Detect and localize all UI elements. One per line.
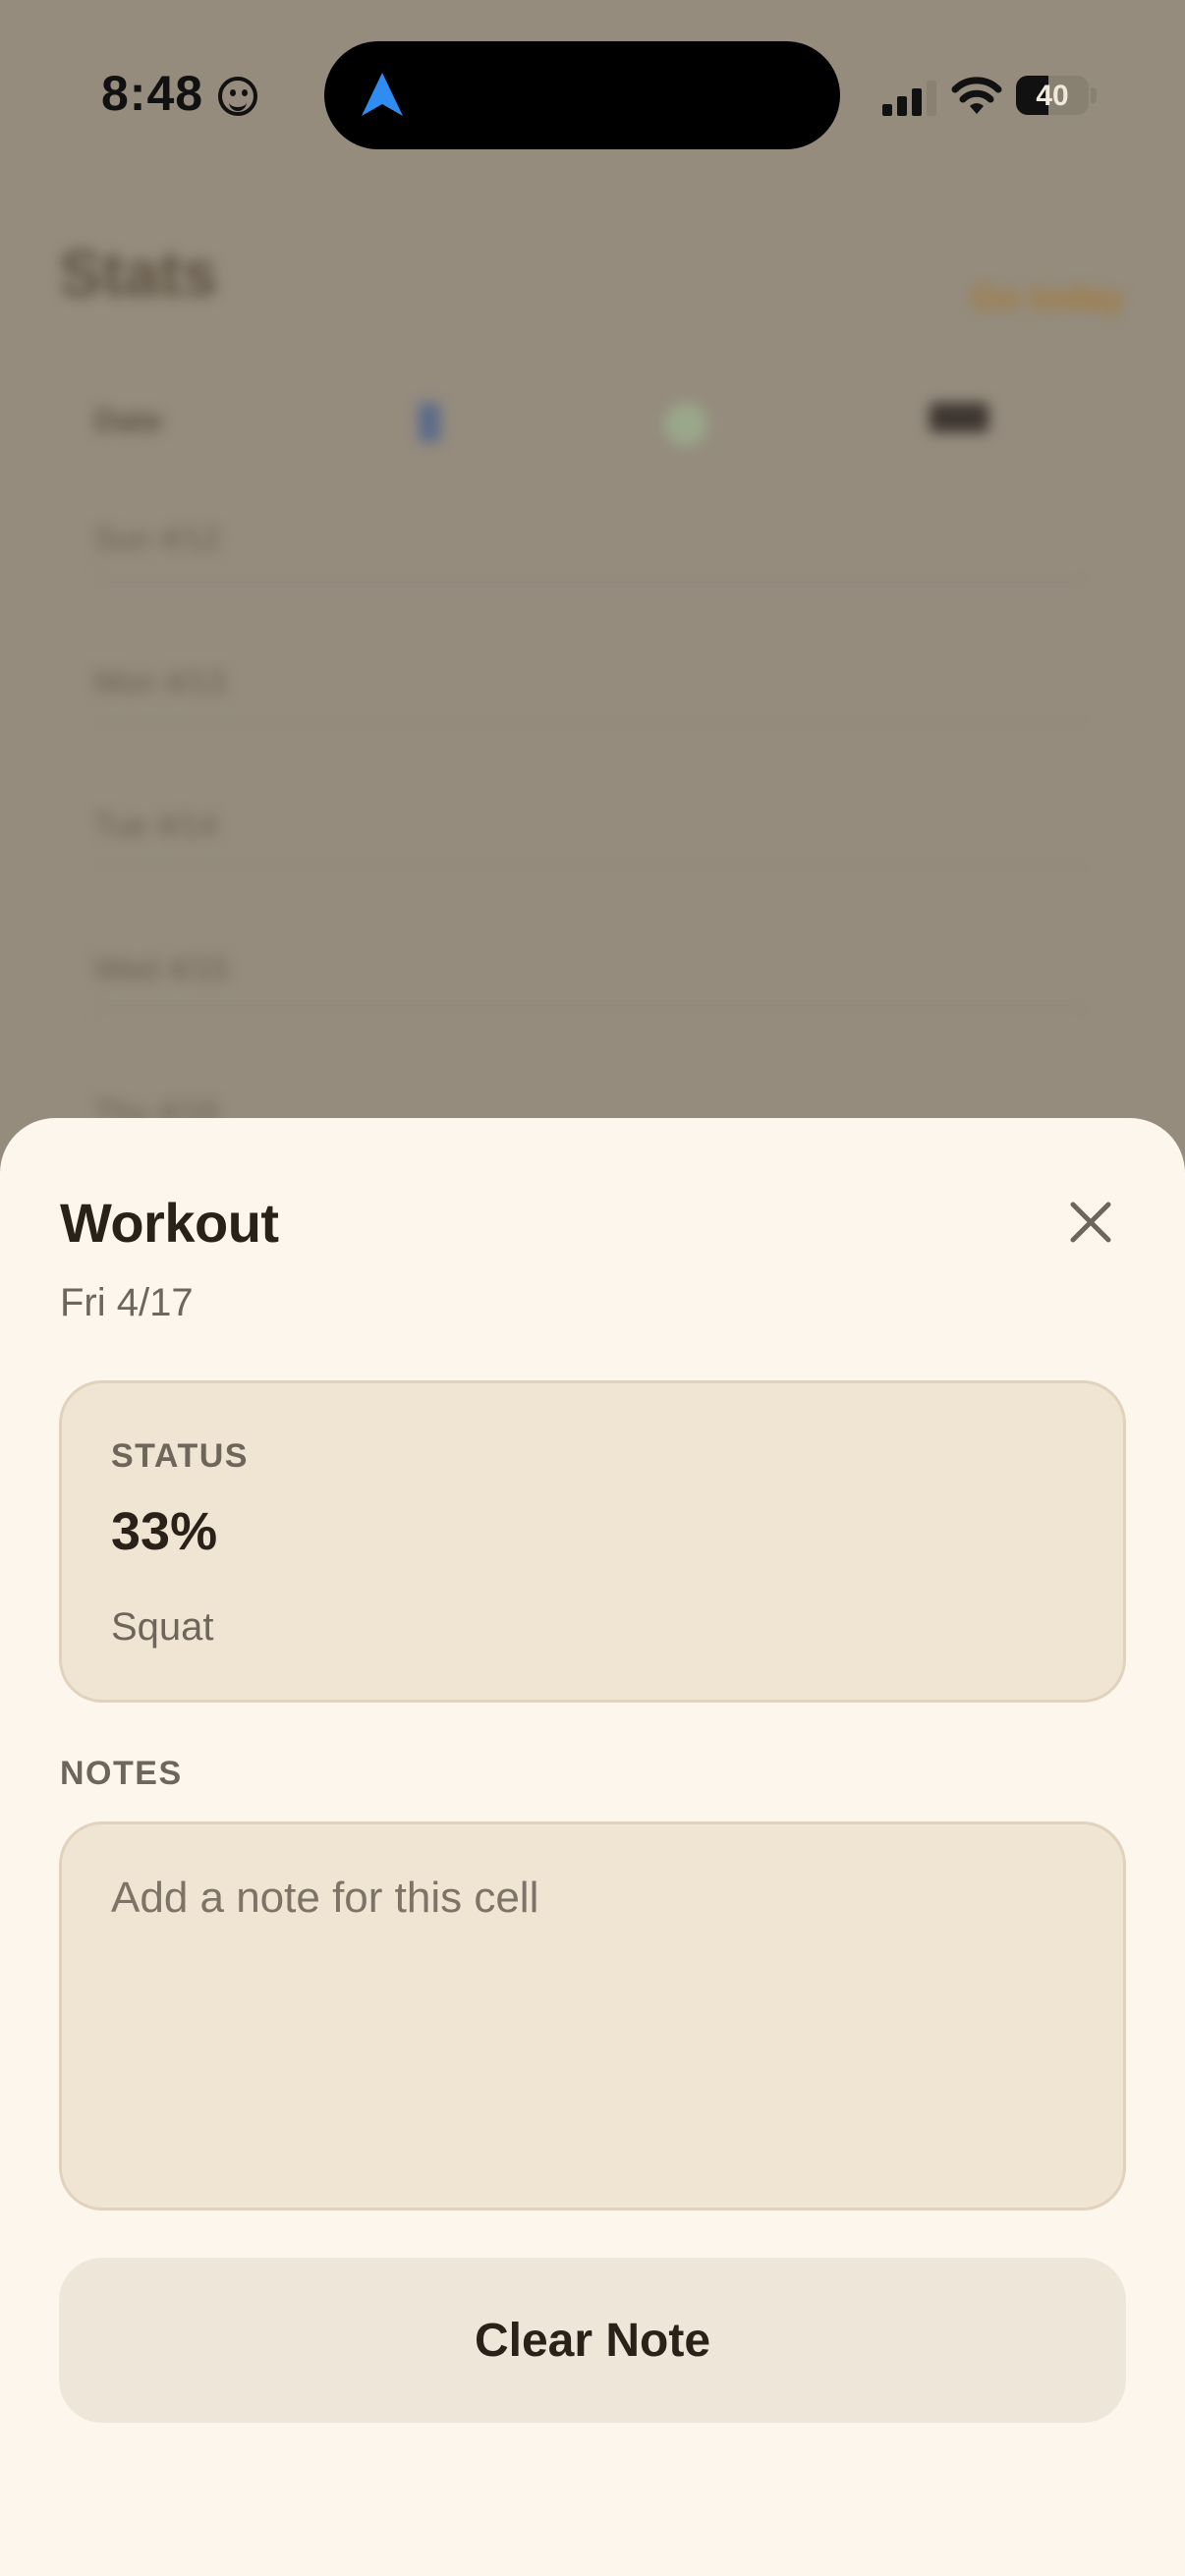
background-row: Wed 4/15 (94, 951, 1087, 1010)
background-column-icon-3 (930, 403, 988, 432)
status-detail: Squat (111, 1605, 214, 1649)
status-label: STATUS (111, 1437, 249, 1475)
wifi-icon (951, 77, 1002, 114)
notes-input[interactable] (59, 1821, 1126, 2211)
sheet-title: Workout (60, 1192, 279, 1254)
background-row: Sun 4/12 (94, 521, 1087, 580)
battery-icon: 40 (1016, 76, 1089, 115)
navigation-arrow-icon (362, 73, 403, 116)
status-value: 33% (111, 1502, 218, 1561)
close-button[interactable] (1051, 1183, 1130, 1261)
cellular-signal-icon (882, 79, 937, 116)
cell-detail-sheet: Workout Fri 4/17 STATUS 33% Squat NOTES … (0, 1118, 1185, 2576)
status-bar: 8:48 40 (0, 0, 1185, 187)
battery-percent: 40 (1036, 80, 1069, 112)
background-table-header: Date (94, 403, 1087, 446)
background-row: Tue 4/14 (94, 808, 1087, 867)
sheet-date: Fri 4/17 (60, 1281, 194, 1324)
battery-tip (1091, 87, 1097, 103)
smiley-icon (218, 77, 257, 116)
dynamic-island[interactable] (324, 41, 840, 149)
background-action: Go today (970, 277, 1124, 317)
clear-note-button[interactable]: Clear Note (59, 2258, 1126, 2423)
status-card: STATUS 33% Squat (59, 1380, 1126, 1703)
background-title: Stats (59, 237, 218, 309)
close-icon (1070, 1202, 1111, 1243)
background-row: Mon 4/13 (94, 664, 1087, 723)
background-column-icon-1 (419, 403, 440, 442)
notes-label: NOTES (60, 1755, 183, 1792)
status-time: 8:48 (101, 66, 204, 121)
background-column-icon-2 (664, 403, 707, 446)
background-column-date: Date (94, 403, 163, 438)
